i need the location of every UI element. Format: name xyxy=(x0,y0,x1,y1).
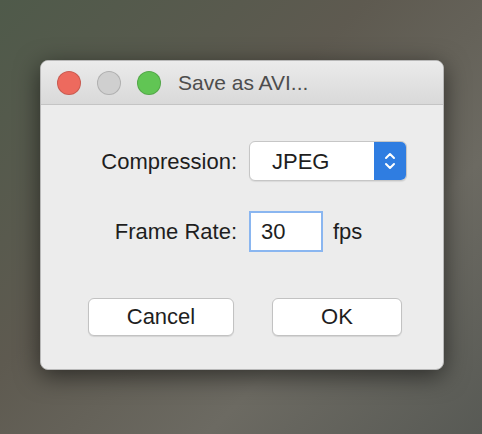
frame-rate-input[interactable] xyxy=(249,211,323,252)
compression-value: JPEG xyxy=(250,145,329,178)
cancel-button[interactable]: Cancel xyxy=(88,298,234,336)
title-bar[interactable]: Save as AVI... xyxy=(41,61,443,105)
frame-rate-row: fps xyxy=(249,211,443,252)
button-row: Cancel OK xyxy=(41,298,443,336)
frame-rate-unit: fps xyxy=(333,215,362,248)
frame-rate-label: Frame Rate: xyxy=(41,215,237,248)
compression-label: Compression: xyxy=(41,145,237,178)
stepper-icon[interactable] xyxy=(374,142,406,180)
dialog-body: Compression: JPEG Frame Rate: fps Cancel OK xyxy=(41,105,443,336)
close-button[interactable] xyxy=(57,71,81,95)
minimize-button[interactable] xyxy=(97,71,121,95)
compression-select[interactable]: JPEG xyxy=(249,141,407,181)
window-controls xyxy=(57,71,161,95)
save-dialog: Save as AVI... Compression: JPEG Frame Rate… xyxy=(40,60,444,370)
form-grid: Compression: JPEG Frame Rate: fps xyxy=(41,141,443,252)
aerial-photo: Save as AVI... Compression: JPEG Frame Rate… xyxy=(0,0,482,434)
ok-button[interactable]: OK xyxy=(272,298,402,336)
zoom-button[interactable] xyxy=(137,71,161,95)
